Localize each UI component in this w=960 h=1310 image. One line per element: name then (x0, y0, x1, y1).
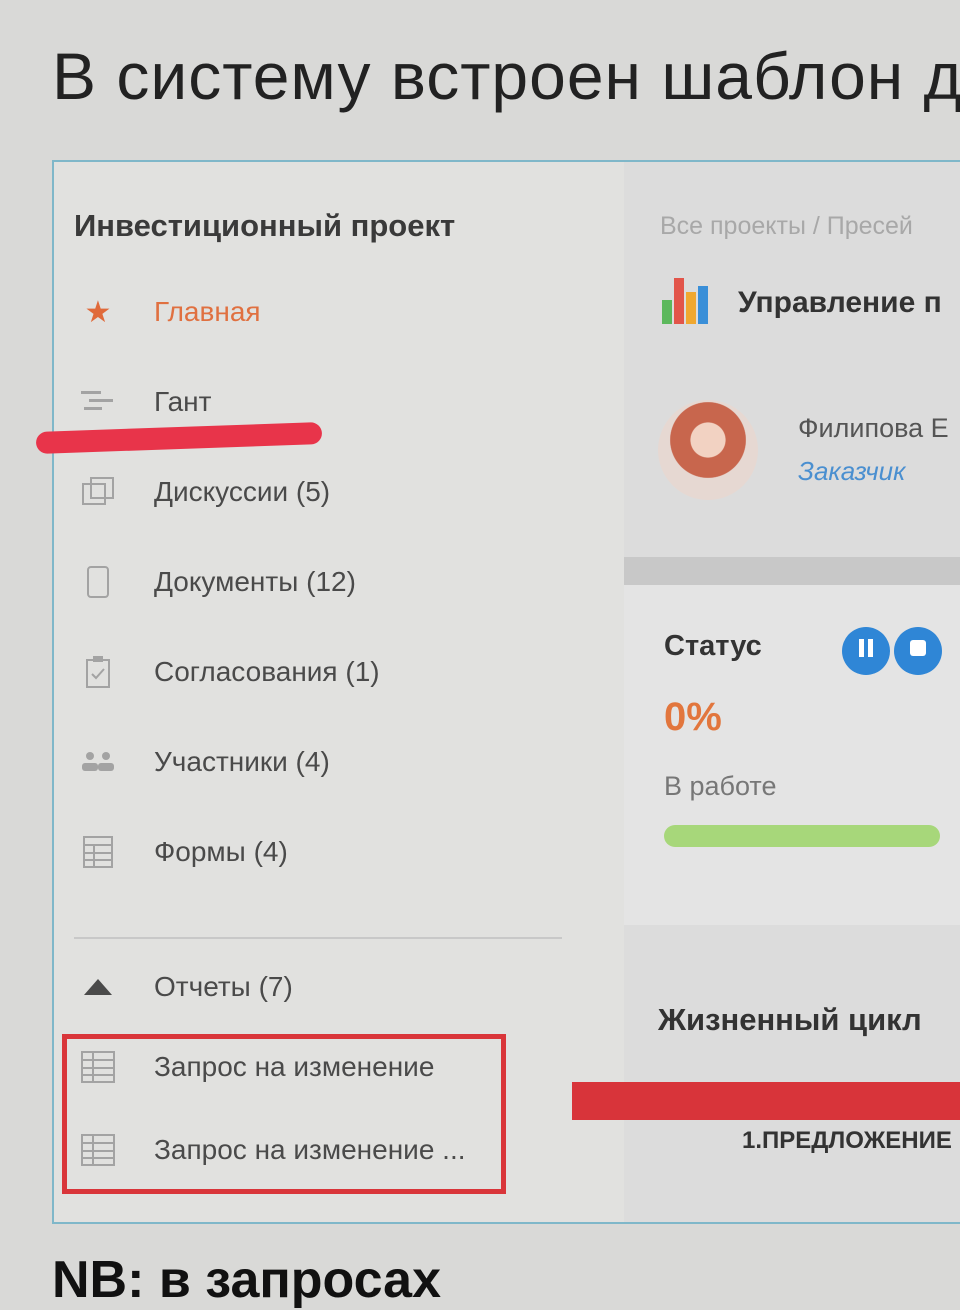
sidebar-item-approvals[interactable]: Согласования (1) (78, 642, 598, 702)
main-content: Все проекты / Пресей Управление п Филипо… (572, 162, 960, 1222)
participants-icon (78, 742, 118, 782)
sidebar-item-forms[interactable]: Формы (4) (78, 822, 598, 882)
project-title: Управление п (738, 285, 942, 319)
sidebar-item-documents[interactable]: Документы (12) (78, 552, 598, 612)
slide-heading: В систему встроен шаблон до (52, 39, 960, 113)
customer-name[interactable]: Филипова Е (798, 413, 949, 444)
pause-button[interactable] (842, 627, 890, 675)
sidebar-item-label: Отчеты (7) (154, 971, 293, 1002)
breadcrumb[interactable]: Все проекты / Пресей (660, 212, 913, 241)
sidebar-item-label: Согласования (1) (154, 656, 380, 687)
sidebar-item-gantt[interactable]: Гант (78, 372, 598, 432)
lifecycle-stage[interactable]: 1.ПРЕДЛОЖЕНИЕ (742, 1127, 952, 1155)
status-title: Статус (664, 630, 762, 662)
bar-chart-icon (660, 274, 712, 331)
sidebar-title: Инвестиционный проект (74, 208, 456, 243)
status-percent: 0% (664, 695, 722, 739)
document-icon (78, 562, 118, 602)
customer-block: Филипова Е Заказчик (658, 400, 949, 500)
sidebar-item-home[interactable]: ★ Главная (78, 282, 598, 342)
lifecycle-title: Жизненный цикл (658, 1002, 922, 1037)
progress-bar (664, 825, 940, 847)
stop-icon (908, 638, 928, 664)
sidebar-item-label: Формы (4) (154, 836, 288, 867)
sidebar-item-label: Документы (12) (154, 566, 356, 597)
star-icon: ★ (84, 295, 112, 329)
status-card: Статус 0% В работе (624, 585, 960, 925)
app-window: Инвестиционный проект ★ Главная Гант Дис… (35, 160, 960, 1224)
sidebar-item-reports[interactable]: Отчеты (7) (78, 957, 598, 1017)
sidebar-item-discussions[interactable]: Дискуссии (5) (78, 462, 598, 522)
section-separator (624, 557, 960, 585)
pause-icon (857, 638, 875, 664)
discussions-icon (78, 472, 118, 512)
annotation-highlight-box (62, 1034, 506, 1194)
sidebar: Инвестиционный проект ★ Главная Гант Дис… (35, 162, 624, 1222)
gantt-icon (78, 382, 118, 422)
sidebar-item-label: Гант (154, 386, 212, 417)
forms-icon (78, 832, 118, 872)
customer-role: Заказчик (798, 456, 906, 486)
sidebar-item-participants[interactable]: Участники (4) (78, 732, 598, 792)
stop-button[interactable] (894, 627, 942, 675)
slide-footer-note: NB: в запросах (52, 1251, 442, 1309)
avatar[interactable] (658, 400, 758, 500)
project-header: Управление п (660, 274, 942, 331)
sidebar-item-label: Главная (154, 296, 261, 327)
sidebar-item-label: Участники (4) (154, 746, 330, 777)
sidebar-divider (74, 937, 562, 939)
sidebar-item-label: Дискуссии (5) (154, 476, 331, 507)
approval-icon (78, 652, 118, 692)
annotation-marker (572, 1082, 960, 1120)
triangle-up-icon (78, 967, 118, 1007)
status-state: В работе (664, 771, 777, 801)
